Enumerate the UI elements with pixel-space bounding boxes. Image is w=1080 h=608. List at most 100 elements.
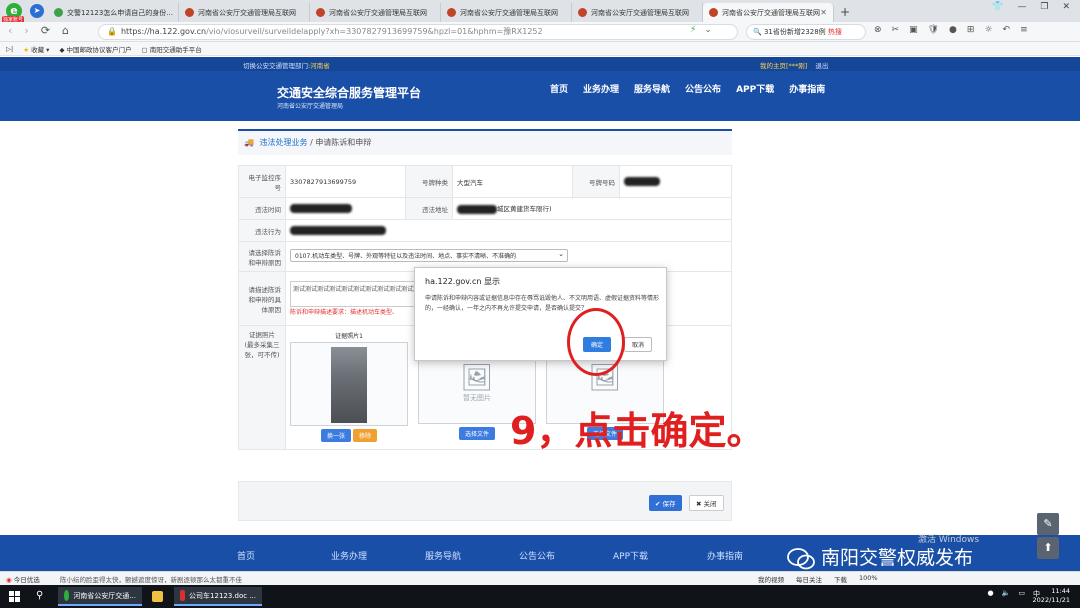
url-input[interactable]: 🔒 https://ha.122.gov.cn/vio/viosurveil/su… <box>98 24 738 40</box>
browser-status-bar: ◉ 今日优选 陈小纭的脸歪得太快，颤撼遮度惊讶，新剧逐顿那么太都重不佳 我的视频… <box>0 571 1080 585</box>
compass-icon[interactable]: ➤ <box>30 4 44 18</box>
download-link[interactable]: 下载 <box>834 574 847 584</box>
browser-tab[interactable]: 河南省公安厅交通管理局互联网 <box>179 3 310 22</box>
back-icon[interactable]: ‹ <box>8 24 12 37</box>
windows-start-icon[interactable] <box>9 591 20 602</box>
translate-icon[interactable]: ⊗ <box>874 25 882 35</box>
undo-icon[interactable]: ↶ <box>1003 25 1011 35</box>
browser-tab[interactable]: 河南省公安厅交通管理局互联网 <box>572 3 703 22</box>
browser-tab[interactable]: 交警12123怎么申请自己的身份... <box>48 3 179 22</box>
search-input[interactable]: 🔍 31省份新增2328例 热搜 <box>746 24 866 40</box>
user-icon[interactable]: ● <box>949 25 957 35</box>
place-label: 违法地址 <box>405 197 453 220</box>
nav-app[interactable]: APP下载 <box>736 82 774 95</box>
replace-button[interactable]: 换一张 <box>321 429 352 442</box>
bookmark-post[interactable]: ◆ 中国邮政协议客户门户 <box>59 44 131 54</box>
tab-label: 河南省公安厅交通管理局互联网 <box>591 8 689 17</box>
news-ticker[interactable]: 陈小纭的脸歪得太快，颤撼遮度惊讶，新剧逐顿那么太都重不佳 <box>60 574 242 584</box>
plate-no-label: 号牌号码 <box>572 165 620 198</box>
nav-business[interactable]: 业务办理 <box>583 82 619 95</box>
edit-icon[interactable]: ✎ <box>1037 513 1059 535</box>
plate-type-label: 号牌种类 <box>405 165 453 198</box>
dropdown-icon[interactable]: ⌄ <box>704 25 712 35</box>
close-button[interactable]: ✖ 关闭 <box>689 495 724 511</box>
image-icon: 🖼 <box>460 363 494 393</box>
dialog-cancel-button[interactable]: 取消 <box>624 337 653 352</box>
cut-icon[interactable]: ✂ <box>892 25 900 35</box>
taskbar-clock[interactable]: 11:44 2022/11/21 <box>1033 587 1070 605</box>
nav-notice[interactable]: 公告公布 <box>685 82 721 95</box>
restore-icon[interactable]: ❐ <box>1040 2 1048 12</box>
speed-icon[interactable]: ⚡ <box>690 25 696 35</box>
wps-app-icon <box>180 590 186 601</box>
skin-icon[interactable]: 👕 <box>992 2 1003 12</box>
footer-home[interactable]: 首页 <box>237 549 331 562</box>
bookmarks-bar: ▷| ★ 收藏 ▾ ◆ 中国邮政协议客户门户 ▢ 南阳交通助手平台 <box>0 42 1080 56</box>
reason-select[interactable]: 0107.机动车类型、号牌、外观等特征以及违法时间、地点、事实不清晰、不准确的 ⌄ <box>290 249 568 262</box>
shield-icon[interactable]: 🛡 <box>928 25 939 35</box>
tab-favicon-icon <box>447 8 456 17</box>
plate-type-value: 大型汽车 <box>452 165 573 198</box>
photos-label: 证据照片 (最多采集三张，可不传) <box>238 325 286 450</box>
tab-label: 交警12123怎么申请自己的身份... <box>67 8 173 17</box>
footer-notice[interactable]: 公告公布 <box>519 549 613 562</box>
nav-guide[interactable]: 办事指南 <box>789 82 825 95</box>
taskbar-app-explorer[interactable] <box>146 587 170 606</box>
breadcrumb-root[interactable]: 违法处理业务 <box>260 138 308 147</box>
tray-volume-icon[interactable]: 🔈 <box>1002 589 1011 599</box>
confirm-dialog: ha.122.gov.cn 显示 申请陈诉和申辩内容或证据信息中存在辱骂诋毁他人… <box>414 267 667 361</box>
choose-file-button-2[interactable]: 选择文件 <box>458 427 495 440</box>
my-home-link[interactable]: 我的主页[***刚] <box>760 60 807 70</box>
tab-label: 河南省公安厅交通管理局互联网 <box>329 8 427 17</box>
browser-tab[interactable]: 河南省公安厅交通管理局互联网 <box>310 3 441 22</box>
tray-icon-1[interactable]: ● <box>988 589 994 599</box>
time-label: 违法时间 <box>238 197 286 220</box>
grid-icon[interactable]: ⊞ <box>967 25 975 35</box>
zoom-level[interactable]: 100% <box>859 574 878 584</box>
home-icon[interactable]: ⌂ <box>62 24 69 37</box>
search-text: 31省份新增2328例 <box>763 28 826 36</box>
reload-icon[interactable]: ⟳ <box>41 24 50 37</box>
logout-link[interactable]: 退出 <box>815 60 828 70</box>
new-tab-icon[interactable]: + <box>834 3 856 22</box>
browser-tab[interactable]: 河南省公安厅交通管理局互联网 <box>441 3 572 22</box>
sidebar-toggle-icon[interactable]: ▷| <box>6 45 13 53</box>
star-icon: ★ <box>23 45 30 54</box>
bookmark-favorites[interactable]: ★ 收藏 ▾ <box>23 44 49 54</box>
status-left[interactable]: ◉ 今日优选 <box>6 574 40 584</box>
save-button[interactable]: ✔ 保存 <box>649 495 682 511</box>
tab-favicon-icon <box>54 8 63 17</box>
settings-icon[interactable]: ☼ <box>984 25 992 35</box>
breadcrumb-current: 申请陈诉和申辩 <box>315 138 372 147</box>
footer-business[interactable]: 业务办理 <box>331 549 425 562</box>
my-video-link[interactable]: 我的视频 <box>758 574 784 584</box>
tab-favicon-icon <box>185 8 194 17</box>
tab-close-icon[interactable]: ✕ <box>820 8 827 17</box>
close-window-icon[interactable]: ✕ <box>1062 2 1070 12</box>
back-to-top-icon[interactable]: ⬆ <box>1037 537 1059 559</box>
menu-icon[interactable]: ≡ <box>1020 25 1028 35</box>
nav-home[interactable]: 首页 <box>550 82 568 95</box>
extension-icon[interactable]: ▣ <box>909 25 918 35</box>
action-bar: ✔ 保存 ✖ 关闭 <box>238 481 732 521</box>
taskbar-app-browser[interactable]: 河南省公安厅交通... <box>58 587 142 606</box>
remove-button[interactable]: 移除 <box>352 429 377 442</box>
clock-time: 11:44 <box>1051 587 1070 595</box>
footer-service[interactable]: 服务导航 <box>425 549 519 562</box>
breadcrumb: 🚚 违法处理业务 / 申请陈诉和申辩 <box>238 129 732 155</box>
bookmark-nanyang[interactable]: ▢ 南阳交通助手平台 <box>142 44 202 54</box>
taskbar-search-icon[interactable]: ⚲ <box>36 590 43 601</box>
minimize-icon[interactable]: — <box>1017 2 1026 12</box>
taskbar-app-wps[interactable]: 公司车12123.doc ... <box>174 587 262 606</box>
province-link[interactable]: 河南省 <box>310 62 330 70</box>
tray-network-icon[interactable]: ▭ <box>1018 589 1025 599</box>
truck-icon: 🚚 <box>244 138 254 147</box>
reason-select-label: 请选择陈诉和申辩原因 <box>238 241 286 272</box>
tab-label: 河南省公安厅交通管理局互联网 <box>198 8 296 17</box>
footer-app[interactable]: APP下载 <box>613 549 707 562</box>
browser-tab[interactable]: 河南省公安厅交通管理局互联网 ✕ <box>703 3 834 22</box>
forward-icon[interactable]: › <box>24 24 28 37</box>
nav-service[interactable]: 服务导航 <box>634 82 670 95</box>
daily-follow-link[interactable]: 每日关注 <box>796 574 822 584</box>
no-image-placeholder: 🖼 暂无图片 <box>447 363 507 409</box>
